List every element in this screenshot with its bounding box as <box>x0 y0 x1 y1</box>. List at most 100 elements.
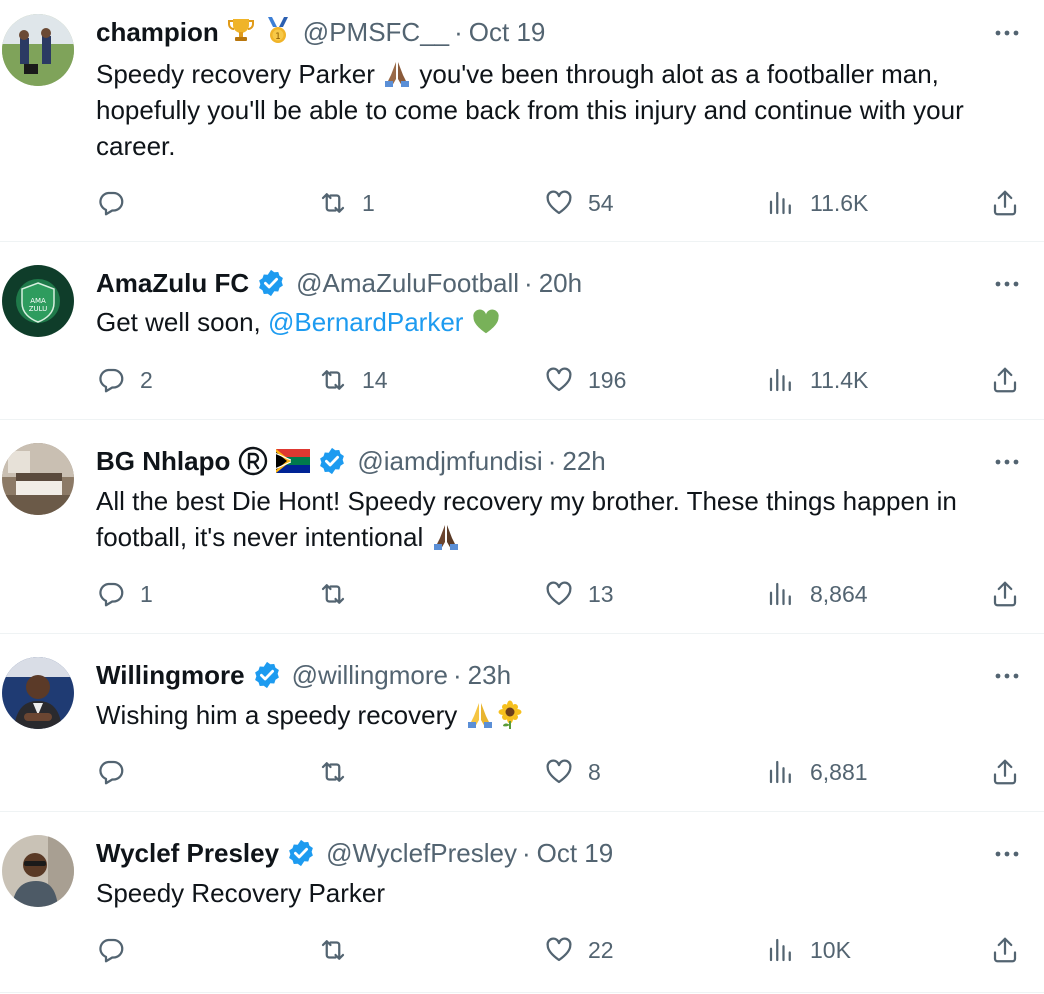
handle[interactable]: @WyclefPresley <box>326 838 517 869</box>
verified-badge-icon <box>252 660 282 690</box>
display-name[interactable]: Wyclef Presley <box>96 838 279 869</box>
reply-icon <box>99 582 124 607</box>
tweet-text-part: All the best Die Hont! Speedy recovery m… <box>96 486 957 552</box>
avatar[interactable]: AMA ZULU <box>2 265 74 337</box>
more-options-icon[interactable] <box>992 839 1022 869</box>
heart-icon <box>546 190 572 215</box>
like-button[interactable]: 22 <box>544 935 614 965</box>
view-count: 8,864 <box>810 580 868 607</box>
tweet-willingmore[interactable]: Willingmore @willingmore · 23h Wishing h… <box>0 635 1044 812</box>
tweet-text: All the best Die Hont! Speedy recovery m… <box>96 483 1016 555</box>
tweet-header: champion 1 @PMSFC__ · Oct 19 <box>96 14 545 50</box>
tweet-text: Speedy recovery Parker you've been throu… <box>96 56 1016 164</box>
analytics-icon <box>769 368 791 392</box>
separator-dot: · <box>453 659 462 690</box>
display-name[interactable]: AmaZulu FC <box>96 268 249 299</box>
like-button[interactable]: 13 <box>544 579 614 609</box>
handle[interactable]: @PMSFC__ <box>303 17 449 48</box>
svg-text:ZULU: ZULU <box>29 305 48 313</box>
more-options-icon[interactable] <box>992 269 1022 299</box>
reply-icon <box>99 760 124 785</box>
display-name[interactable]: Willingmore <box>96 660 245 691</box>
reply-button[interactable]: 2 <box>96 365 153 395</box>
like-button[interactable]: 196 <box>544 365 626 395</box>
tweet-text-part: Wishing him a speedy recovery <box>96 700 458 730</box>
view-count: 11.4K <box>810 366 869 393</box>
like-button[interactable]: 54 <box>544 188 614 218</box>
display-name[interactable]: champion <box>96 17 219 48</box>
share-icon <box>993 190 1017 216</box>
repost-button[interactable] <box>318 757 362 787</box>
repost-button[interactable] <box>318 935 362 965</box>
mention-link[interactable]: @BernardParker <box>268 307 463 337</box>
share-button[interactable] <box>990 757 1020 787</box>
trophy-icon <box>226 15 256 49</box>
tweet-wyclef-presley[interactable]: Wyclef Presley @WyclefPresley · Oct 19 S… <box>0 813 1044 993</box>
tweet-amazulu[interactable]: AMA ZULU AmaZulu FC @AmaZuluFootball · 2… <box>0 243 1044 420</box>
like-count: 54 <box>588 189 614 216</box>
repost-button[interactable] <box>318 579 362 609</box>
more-options-icon[interactable] <box>992 661 1022 691</box>
verified-badge-icon <box>286 838 316 868</box>
display-name[interactable]: BG Nhlapo <box>96 446 230 477</box>
repost-icon <box>321 584 345 604</box>
timestamp[interactable]: 20h <box>539 268 582 299</box>
timestamp[interactable]: 22h <box>562 446 605 477</box>
repost-count: 14 <box>362 366 388 393</box>
repost-icon <box>321 940 345 960</box>
share-icon <box>993 759 1017 785</box>
avatar[interactable] <box>2 443 74 515</box>
heart-icon <box>546 759 572 784</box>
views-button[interactable]: 11.6K <box>766 188 868 218</box>
more-options-icon[interactable] <box>992 18 1022 48</box>
separator-dot: · <box>454 16 463 47</box>
like-button[interactable]: 8 <box>544 757 601 787</box>
avatar[interactable] <box>2 14 74 86</box>
heart-icon <box>546 937 572 962</box>
praying-hands-icon <box>465 700 495 730</box>
separator-dot: · <box>524 267 533 298</box>
share-button[interactable] <box>990 579 1020 609</box>
like-count: 8 <box>588 758 601 785</box>
share-button[interactable] <box>990 935 1020 965</box>
reply-button[interactable] <box>96 188 140 218</box>
tweet-champion[interactable]: champion 1 @PMSFC__ · Oct 19 Speedy reco… <box>0 0 1044 242</box>
handle[interactable]: @iamdjmfundisi <box>357 446 542 477</box>
views-button[interactable]: 8,864 <box>766 579 868 609</box>
svg-text:AMA: AMA <box>30 297 46 305</box>
separator-dot: · <box>521 837 531 868</box>
like-count: 196 <box>588 366 627 393</box>
tweet-text: Get well soon, @BernardParker <box>96 304 1016 340</box>
repost-button[interactable]: 14 <box>318 365 388 395</box>
reply-button[interactable] <box>96 757 140 787</box>
avatar[interactable] <box>2 835 74 907</box>
tweet-bg-nhlapo[interactable]: BG Nhlapo @iamdjmfundisi · 22h All the b… <box>0 421 1044 634</box>
more-options-icon[interactable] <box>992 447 1022 477</box>
repost-button[interactable]: 1 <box>318 188 375 218</box>
views-button[interactable]: 10K <box>766 935 851 965</box>
share-button[interactable] <box>990 365 1020 395</box>
medal-icon: 1 <box>263 15 293 49</box>
timestamp[interactable]: Oct 19 <box>469 17 546 48</box>
analytics-icon <box>769 938 791 962</box>
praying-hands-icon <box>382 59 412 89</box>
share-button[interactable] <box>990 188 1020 218</box>
reply-button[interactable] <box>96 935 140 965</box>
sunflower-icon <box>495 700 525 730</box>
tweet-header: AmaZulu FC @AmaZuluFootball · 20h <box>96 265 582 301</box>
reply-button[interactable]: 1 <box>96 579 153 609</box>
handle[interactable]: @AmaZuluFootball <box>296 268 519 299</box>
avatar[interactable] <box>2 657 74 729</box>
timestamp[interactable]: Oct 19 <box>537 838 614 869</box>
repost-icon <box>321 370 345 390</box>
heart-icon <box>546 367 572 392</box>
views-button[interactable]: 6,881 <box>766 757 868 787</box>
reply-icon <box>99 191 124 216</box>
tweet-text-part: Get well soon, <box>96 307 268 337</box>
views-button[interactable]: 11.4K <box>766 365 868 395</box>
share-icon <box>993 937 1017 963</box>
separator-dot: · <box>547 445 557 476</box>
handle[interactable]: @willingmore <box>292 660 448 691</box>
timestamp[interactable]: 23h <box>468 660 511 691</box>
repost-count: 1 <box>362 189 375 216</box>
